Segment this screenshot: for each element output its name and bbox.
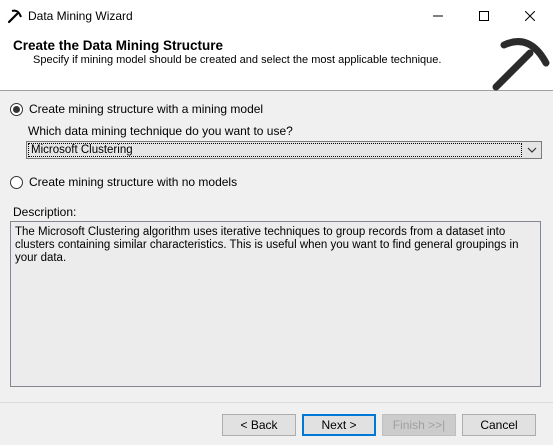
radio-no-models[interactable]: Create mining structure with no models <box>10 175 237 189</box>
minimize-button[interactable] <box>415 0 461 31</box>
radio-with-model[interactable]: Create mining structure with a mining mo… <box>10 102 263 116</box>
description-text: The Microsoft Clustering algorithm uses … <box>10 221 541 387</box>
close-button[interactable] <box>507 0 553 31</box>
next-button[interactable]: Next > <box>302 414 376 436</box>
radio-no-models-label: Create mining structure with no models <box>29 175 238 189</box>
wizard-window: Data Mining Wizard Create the Data Minin… <box>0 0 553 445</box>
technique-question: Which data mining technique do you want … <box>28 124 293 138</box>
radio-button-selected[interactable] <box>10 102 23 116</box>
footer-divider <box>0 402 553 403</box>
page-title: Create the Data Mining Structure <box>13 38 224 53</box>
wizard-header: Create the Data Mining Structure Specify… <box>0 31 553 91</box>
technique-dropdown[interactable]: Microsoft Clustering <box>26 141 542 159</box>
window-title: Data Mining Wizard <box>28 9 133 23</box>
chevron-down-icon[interactable] <box>526 144 538 156</box>
maximize-icon <box>479 10 489 21</box>
back-button[interactable]: < Back <box>222 414 296 436</box>
radio-button-unselected[interactable] <box>10 175 23 189</box>
cancel-button[interactable]: Cancel <box>462 414 536 436</box>
radio-with-model-label: Create mining structure with a mining mo… <box>29 102 264 116</box>
close-icon <box>525 10 535 21</box>
pickaxe-icon <box>7 8 23 24</box>
maximize-button[interactable] <box>461 0 507 31</box>
technique-selected-value: Microsoft Clustering <box>28 143 522 157</box>
pickaxe-logo-icon <box>490 33 550 91</box>
minimize-icon <box>433 15 443 16</box>
title-bar: Data Mining Wizard <box>0 0 553 31</box>
description-label: Description: <box>13 205 77 219</box>
finish-button[interactable]: Finish >>| <box>382 414 456 436</box>
page-subtitle: Specify if mining model should be create… <box>33 54 442 66</box>
